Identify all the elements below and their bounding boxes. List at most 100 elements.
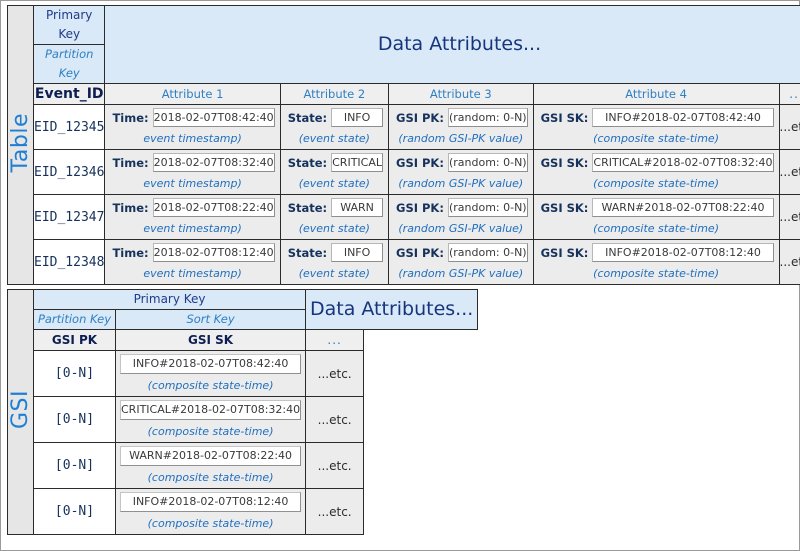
gsi-sk-value: INFO#2018-02-07T08:12:40 <box>120 492 302 512</box>
table-cell-more: ...etc. <box>778 194 800 240</box>
state-caption: (event state) <box>298 132 370 145</box>
gsi-pk-caption: (random GSI-PK value) <box>398 267 524 280</box>
state-value: INFO <box>331 243 383 262</box>
table-column-attribute-3: Attribute 3 <box>388 83 534 105</box>
gsi-sk-caption: (composite state-time) <box>593 267 719 280</box>
gsi-cell-more: ...etc. <box>305 488 365 535</box>
gsi-cell-sk: INFO#2018-02-07T08:12:40 (composite stat… <box>114 488 307 535</box>
table-header-row-1: Table Primary Key Data Attributes... <box>7 5 800 285</box>
gsi-sk-value: CRITICAL#2018-02-07T08:32:40 <box>592 153 774 172</box>
gsi-side-label: GSI <box>7 289 34 535</box>
table-cell-attribute-3: GSI PK: (random: 0-N) (random GSI-PK val… <box>388 149 534 195</box>
table-cell-attribute-2: State: CRITICAL (event state) <box>279 149 390 195</box>
table-cell-attribute-1: Time: 2018-02-07T08:42:40 event timestam… <box>104 104 281 150</box>
state-label: State: <box>287 245 328 260</box>
state-value: INFO <box>331 108 383 127</box>
gsi-row: [0-N] INFO#2018-02-07T08:42:40 (composit… <box>8 350 478 397</box>
state-value: WARN <box>331 198 383 217</box>
gsi-pk-value: (random: 0-N) <box>447 153 528 172</box>
table-side-label-text: Table <box>8 113 33 173</box>
time-caption: event timestamp) <box>143 132 242 145</box>
time-caption: event timestamp) <box>143 267 242 280</box>
gsi-sk-caption: (composite state-time) <box>147 379 274 392</box>
table-cell-event-id: EID_12348 <box>32 239 106 285</box>
table-column-attribute-1: Attribute 1 <box>104 83 281 105</box>
table-cell-attribute-4: GSI SK: CRITICAL#2018-02-07T08:32:40 (co… <box>532 149 780 195</box>
gsi-pk-value: (random: 0-N) <box>447 108 528 127</box>
gsi-sk-value: INFO#2018-02-07T08:12:40 <box>592 243 774 262</box>
time-value: 2018-02-07T08:22:40 <box>152 198 275 217</box>
table-row: EID_12348 Time: 2018-02-07T08:12:40 even… <box>8 239 800 285</box>
table-cell-attribute-1: Time: 2018-02-07T08:32:40 event timestam… <box>104 149 281 195</box>
table-cell-event-id: EID_12346 <box>32 149 106 195</box>
state-caption: (event state) <box>298 267 370 280</box>
gsi-cell-more: ...etc. <box>305 350 365 397</box>
gsi-cell-sk: INFO#2018-02-07T08:42:40 (composite stat… <box>114 350 307 397</box>
gsi-pk-caption: (random GSI-PK value) <box>398 132 524 145</box>
gsi-spacer <box>363 329 478 351</box>
gsi-sk-value: WARN#2018-02-07T08:22:40 <box>592 198 774 217</box>
time-caption: event timestamp) <box>143 177 242 190</box>
table-column-event-id: Event_ID <box>32 83 106 105</box>
time-value: 2018-02-07T08:32:40 <box>152 153 275 172</box>
time-label: Time: <box>112 200 149 215</box>
gsi-cell-more: ...etc. <box>305 396 365 443</box>
gsi-cell-pk: [0-N] <box>33 488 116 535</box>
state-caption: (event state) <box>298 222 370 235</box>
gsi-spacer <box>363 350 478 397</box>
table-row: EID_12346 Time: 2018-02-07T08:32:40 even… <box>8 149 800 195</box>
gsi-pk-label: GSI PK: <box>396 200 444 215</box>
table-cell-attribute-3: GSI PK: (random: 0-N) (random GSI-PK val… <box>388 239 534 285</box>
gsi-pk-label: GSI PK: <box>396 245 444 260</box>
gsi-column-pk: GSI PK <box>33 329 116 351</box>
state-label: State: <box>287 110 328 125</box>
table-column-attribute-2: Attribute 2 <box>279 83 390 105</box>
time-value: 2018-02-07T08:42:40 <box>152 108 275 127</box>
table-cell-attribute-2: State: WARN (event state) <box>279 194 390 240</box>
gsi-pk-label: GSI PK: <box>396 155 444 170</box>
time-value: 2018-02-07T08:12:40 <box>152 243 275 262</box>
gsi-primary-key-header: Primary Key <box>32 289 307 310</box>
gsi-spacer <box>363 442 478 489</box>
gsi-sk-caption: (composite state-time) <box>593 177 719 190</box>
table-row: EID_12345 Time: 2018-02-07T08:42:40 even… <box>8 104 800 150</box>
table-cell-attribute-4: GSI SK: INFO#2018-02-07T08:12:40 (compos… <box>532 239 780 285</box>
gsi-cell-more: ...etc. <box>305 442 365 489</box>
gsi-sk-caption: (composite state-time) <box>593 222 719 235</box>
gsi-row: [0-N] CRITICAL#2018-02-07T08:32:40 (comp… <box>8 396 478 443</box>
table-cell-more: ...etc. <box>778 239 800 285</box>
gsi-pk-caption: (random GSI-PK value) <box>398 222 524 235</box>
table-cell-attribute-1: Time: 2018-02-07T08:12:40 event timestam… <box>104 239 281 285</box>
table-column-attribute-4: Attribute 4 <box>532 83 780 105</box>
table-cell-attribute-2: State: INFO (event state) <box>279 239 390 285</box>
gsi-sk-label: GSI SK: <box>540 200 589 215</box>
gsi-column-sk: GSI SK <box>114 329 307 351</box>
gsi-pk-caption: (random GSI-PK value) <box>398 177 524 190</box>
gsi-row: [0-N] INFO#2018-02-07T08:12:40 (composit… <box>8 488 478 535</box>
state-value: CRITICAL <box>331 153 383 172</box>
table-cell-event-id: EID_12345 <box>32 104 106 150</box>
table-cell-more: ...etc. <box>778 104 800 150</box>
gsi-spacer <box>363 488 478 535</box>
gsi-sk-label: GSI SK: <box>540 110 589 125</box>
gsi-pk-label: GSI PK: <box>396 110 444 125</box>
state-label: State: <box>287 200 328 215</box>
table-cell-attribute-1: Time: 2018-02-07T08:22:40 event timestam… <box>104 194 281 240</box>
table-cell-event-id: EID_12347 <box>32 194 106 240</box>
gsi-sk-label: GSI SK: <box>540 155 589 170</box>
time-label: Time: <box>112 155 149 170</box>
gsi-spacer <box>363 396 478 443</box>
table-cell-attribute-3: GSI PK: (random: 0-N) (random GSI-PK val… <box>388 194 534 240</box>
gsi-header-row-1: GSI Primary Key Data Attributes... <box>7 289 479 535</box>
gsi-sk-caption: (composite state-time) <box>593 132 719 145</box>
time-label: Time: <box>112 245 149 260</box>
table-side-label: Table <box>7 5 34 285</box>
diagram-canvas: Table Primary Key Data Attributes... Par… <box>0 0 800 551</box>
base-table-diagram: Table Primary Key Data Attributes... Par… <box>7 5 800 285</box>
table-row: EID_12347 Time: 2018-02-07T08:22:40 even… <box>8 194 800 240</box>
table-cell-attribute-2: State: INFO (event state) <box>279 104 390 150</box>
gsi-cell-sk: WARN#2018-02-07T08:22:40 (composite stat… <box>114 442 307 489</box>
time-label: Time: <box>112 110 149 125</box>
table-header-row-3: Event_ID Attribute 1 Attribute 2 Attribu… <box>8 83 800 105</box>
gsi-sk-caption: (composite state-time) <box>147 425 274 438</box>
